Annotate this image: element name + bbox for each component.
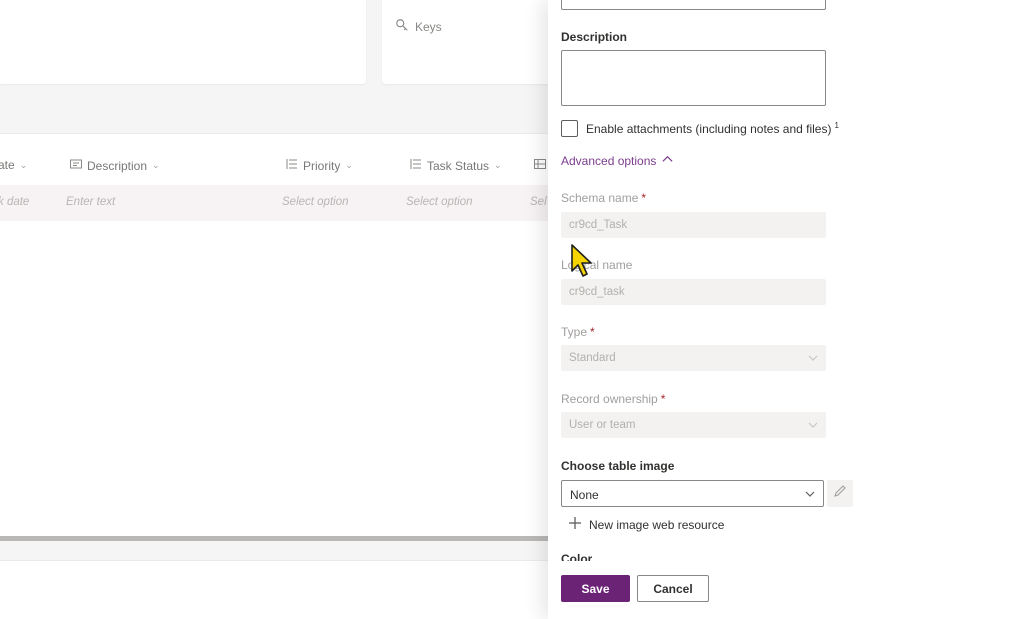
overview-card (0, 0, 366, 84)
grid-header: ate ⌄ Description ⌄ Priority ⌄ Task Status ⌄ (0, 150, 548, 182)
type-label: Type * (561, 325, 595, 339)
attachments-label: Enable attachments (including notes and … (586, 121, 839, 136)
panel-footer: Save Cancel (548, 562, 1024, 619)
new-image-web-resource-button[interactable]: New image web resource (568, 516, 724, 533)
table-row[interactable]: k date Enter text Select option Select o… (0, 185, 548, 221)
table-icon (534, 158, 546, 173)
record-ownership-label: Record ownership * (561, 392, 666, 406)
column-header-priority[interactable]: Priority ⌄ (286, 158, 353, 173)
required-marker: * (641, 191, 647, 205)
column-header-date[interactable]: ate ⌄ (0, 158, 27, 172)
color-label: Color (561, 552, 593, 561)
schema-name-field: cr9cd_Task (561, 212, 826, 238)
cell-next[interactable]: Sel (530, 196, 547, 208)
advanced-options-toggle[interactable]: Advanced options (561, 154, 673, 168)
chevron-down-icon: ⌄ (494, 160, 502, 170)
choice-list-icon (410, 158, 422, 173)
required-marker: * (660, 392, 666, 406)
edit-image-button[interactable] (827, 480, 853, 507)
cancel-button[interactable]: Cancel (637, 575, 709, 602)
schema-name-label: Schema name * (561, 191, 647, 205)
cell-description[interactable]: Enter text (66, 196, 115, 208)
grid-footer (0, 560, 548, 619)
pencil-icon (833, 484, 847, 503)
cell-task-status[interactable]: Select option (406, 196, 473, 208)
cell-date[interactable]: k date (0, 196, 29, 208)
chevron-down-icon (808, 422, 818, 428)
required-marker: * (590, 325, 595, 339)
column-header-task-status[interactable]: Task Status ⌄ (410, 158, 502, 173)
key-icon (395, 18, 409, 35)
table-properties-panel: Description Enable attachments (includin… (548, 0, 1024, 619)
choice-list-icon (286, 158, 298, 173)
description-textarea[interactable] (561, 50, 826, 106)
chevron-down-icon (805, 491, 815, 497)
attachments-checkbox-row[interactable]: Enable attachments (including notes and … (561, 120, 839, 137)
display-name-input[interactable] (561, 0, 826, 10)
background-page: Keys ate ⌄ Description ⌄ Priority ⌄ Task St… (0, 0, 548, 619)
column-header-next[interactable] (534, 158, 546, 173)
record-ownership-dropdown: User or team (561, 412, 826, 438)
new-image-label: New image web resource (589, 517, 725, 532)
cell-priority[interactable]: Select option (282, 196, 349, 208)
keys-link[interactable]: Keys (395, 18, 442, 35)
save-button[interactable]: Save (561, 575, 630, 602)
chevron-down-icon: ⌄ (345, 160, 353, 170)
chevron-down-icon: ⌄ (152, 160, 160, 170)
chevron-down-icon (808, 355, 818, 361)
advanced-options-label: Advanced options (561, 154, 657, 168)
mouse-cursor-icon (571, 244, 592, 277)
horizontal-scrollbar[interactable] (0, 536, 548, 541)
type-dropdown: Standard (561, 345, 826, 371)
keys-label: Keys (415, 19, 442, 34)
plus-icon (568, 516, 582, 533)
description-label: Description (561, 30, 628, 44)
table-image-dropdown[interactable]: None (561, 480, 824, 507)
logical-name-field: cr9cd_task (561, 279, 826, 305)
chevron-down-icon: ⌄ (19, 159, 28, 170)
footnote-marker: 1 (834, 121, 839, 130)
attachments-checkbox[interactable] (561, 120, 578, 137)
keys-card[interactable]: Keys (382, 0, 548, 84)
table-image-label: Choose table image (561, 459, 675, 473)
column-header-description[interactable]: Description ⌄ (70, 158, 160, 173)
text-field-icon (70, 158, 82, 173)
chevron-up-icon (662, 154, 673, 168)
